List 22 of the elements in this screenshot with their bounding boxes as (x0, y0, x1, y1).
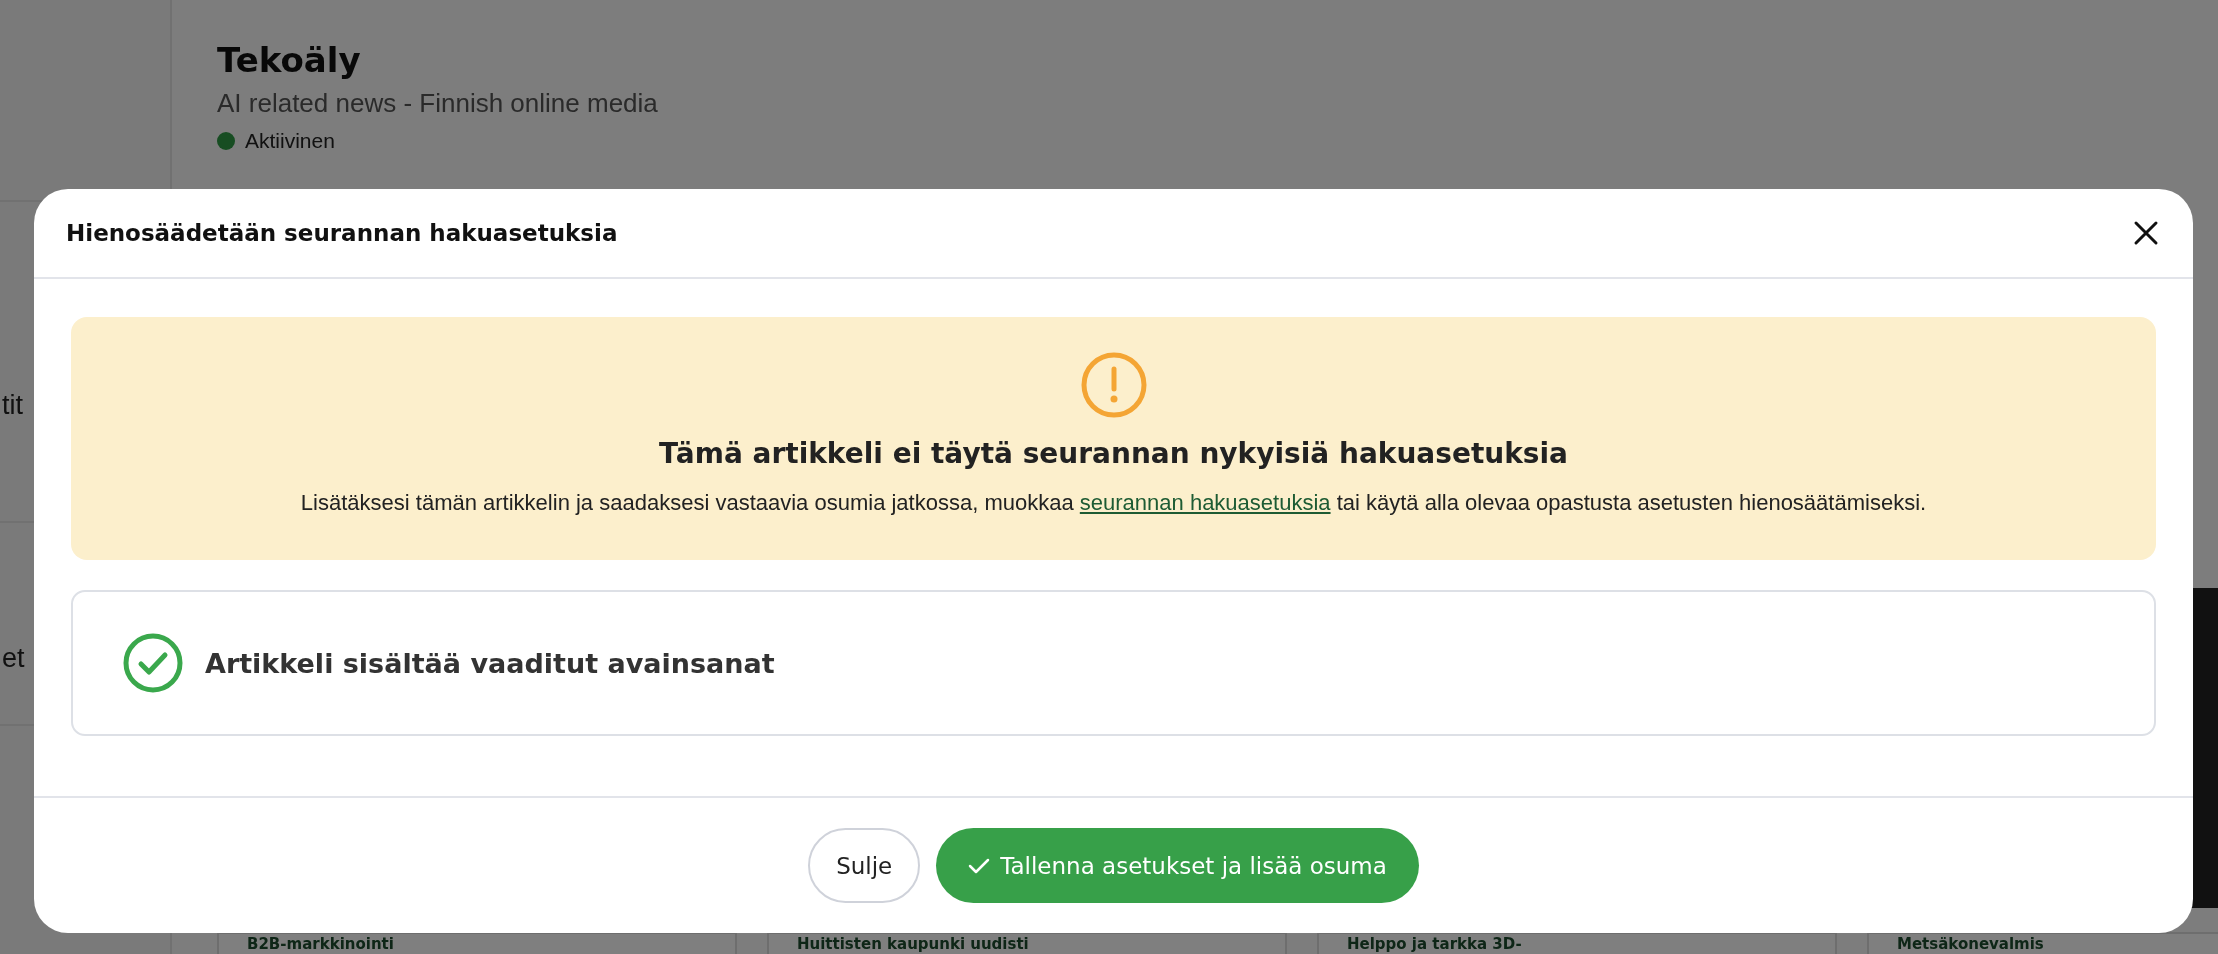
article-card[interactable]: Huittisten kaupunki uudisti (767, 932, 1287, 954)
article-card[interactable]: Helppo ja tarkka 3D- (1317, 932, 1837, 954)
close-dialog-button[interactable]: Sulje (808, 828, 921, 903)
save-button[interactable]: Tallenna asetukset ja lisää osuma (936, 828, 1419, 903)
article-card[interactable]: Metsäkonevalmis (1867, 932, 2218, 954)
warning-heading: Tämä artikkeli ei täytä seurannan nykyisiä hakuasetuksia (658, 437, 1568, 470)
feed-description: AI related news - Finnish online media (217, 88, 659, 119)
warning-text: Lisätäksesi tämän artikkelin ja saadaksesi vastaavia osumia jatkossa, muokkaa seurannan hakuasetuksia tai käytä alla olevaa opastusta asetusten hienosäätämiseksi. (300, 490, 1927, 516)
article-card[interactable]: B2B-markkinointi (217, 932, 737, 954)
feed-title: Tekoäly (217, 40, 362, 80)
sidebar-label: tit (2, 390, 23, 420)
article-title: Huittisten kaupunki uudisti (797, 935, 1029, 953)
check-label: Artikkeli sisältää vaaditut avainsanat (205, 647, 775, 679)
article-title: Helppo ja tarkka 3D- (1347, 935, 1522, 953)
article-title: B2B-markkinointi (247, 935, 394, 953)
settings-link[interactable]: seurannan hakuasetuksia (1079, 490, 1331, 515)
status-label: Aktiivinen (245, 129, 335, 153)
article-title: Metsäkonevalmis (1897, 935, 2044, 953)
warning-icon (1079, 351, 1148, 419)
dialog-title: Hienosäädetään seurannan hakuasetuksia (66, 220, 618, 246)
sidebar-label: et (2, 643, 25, 673)
check-icon (968, 856, 991, 875)
